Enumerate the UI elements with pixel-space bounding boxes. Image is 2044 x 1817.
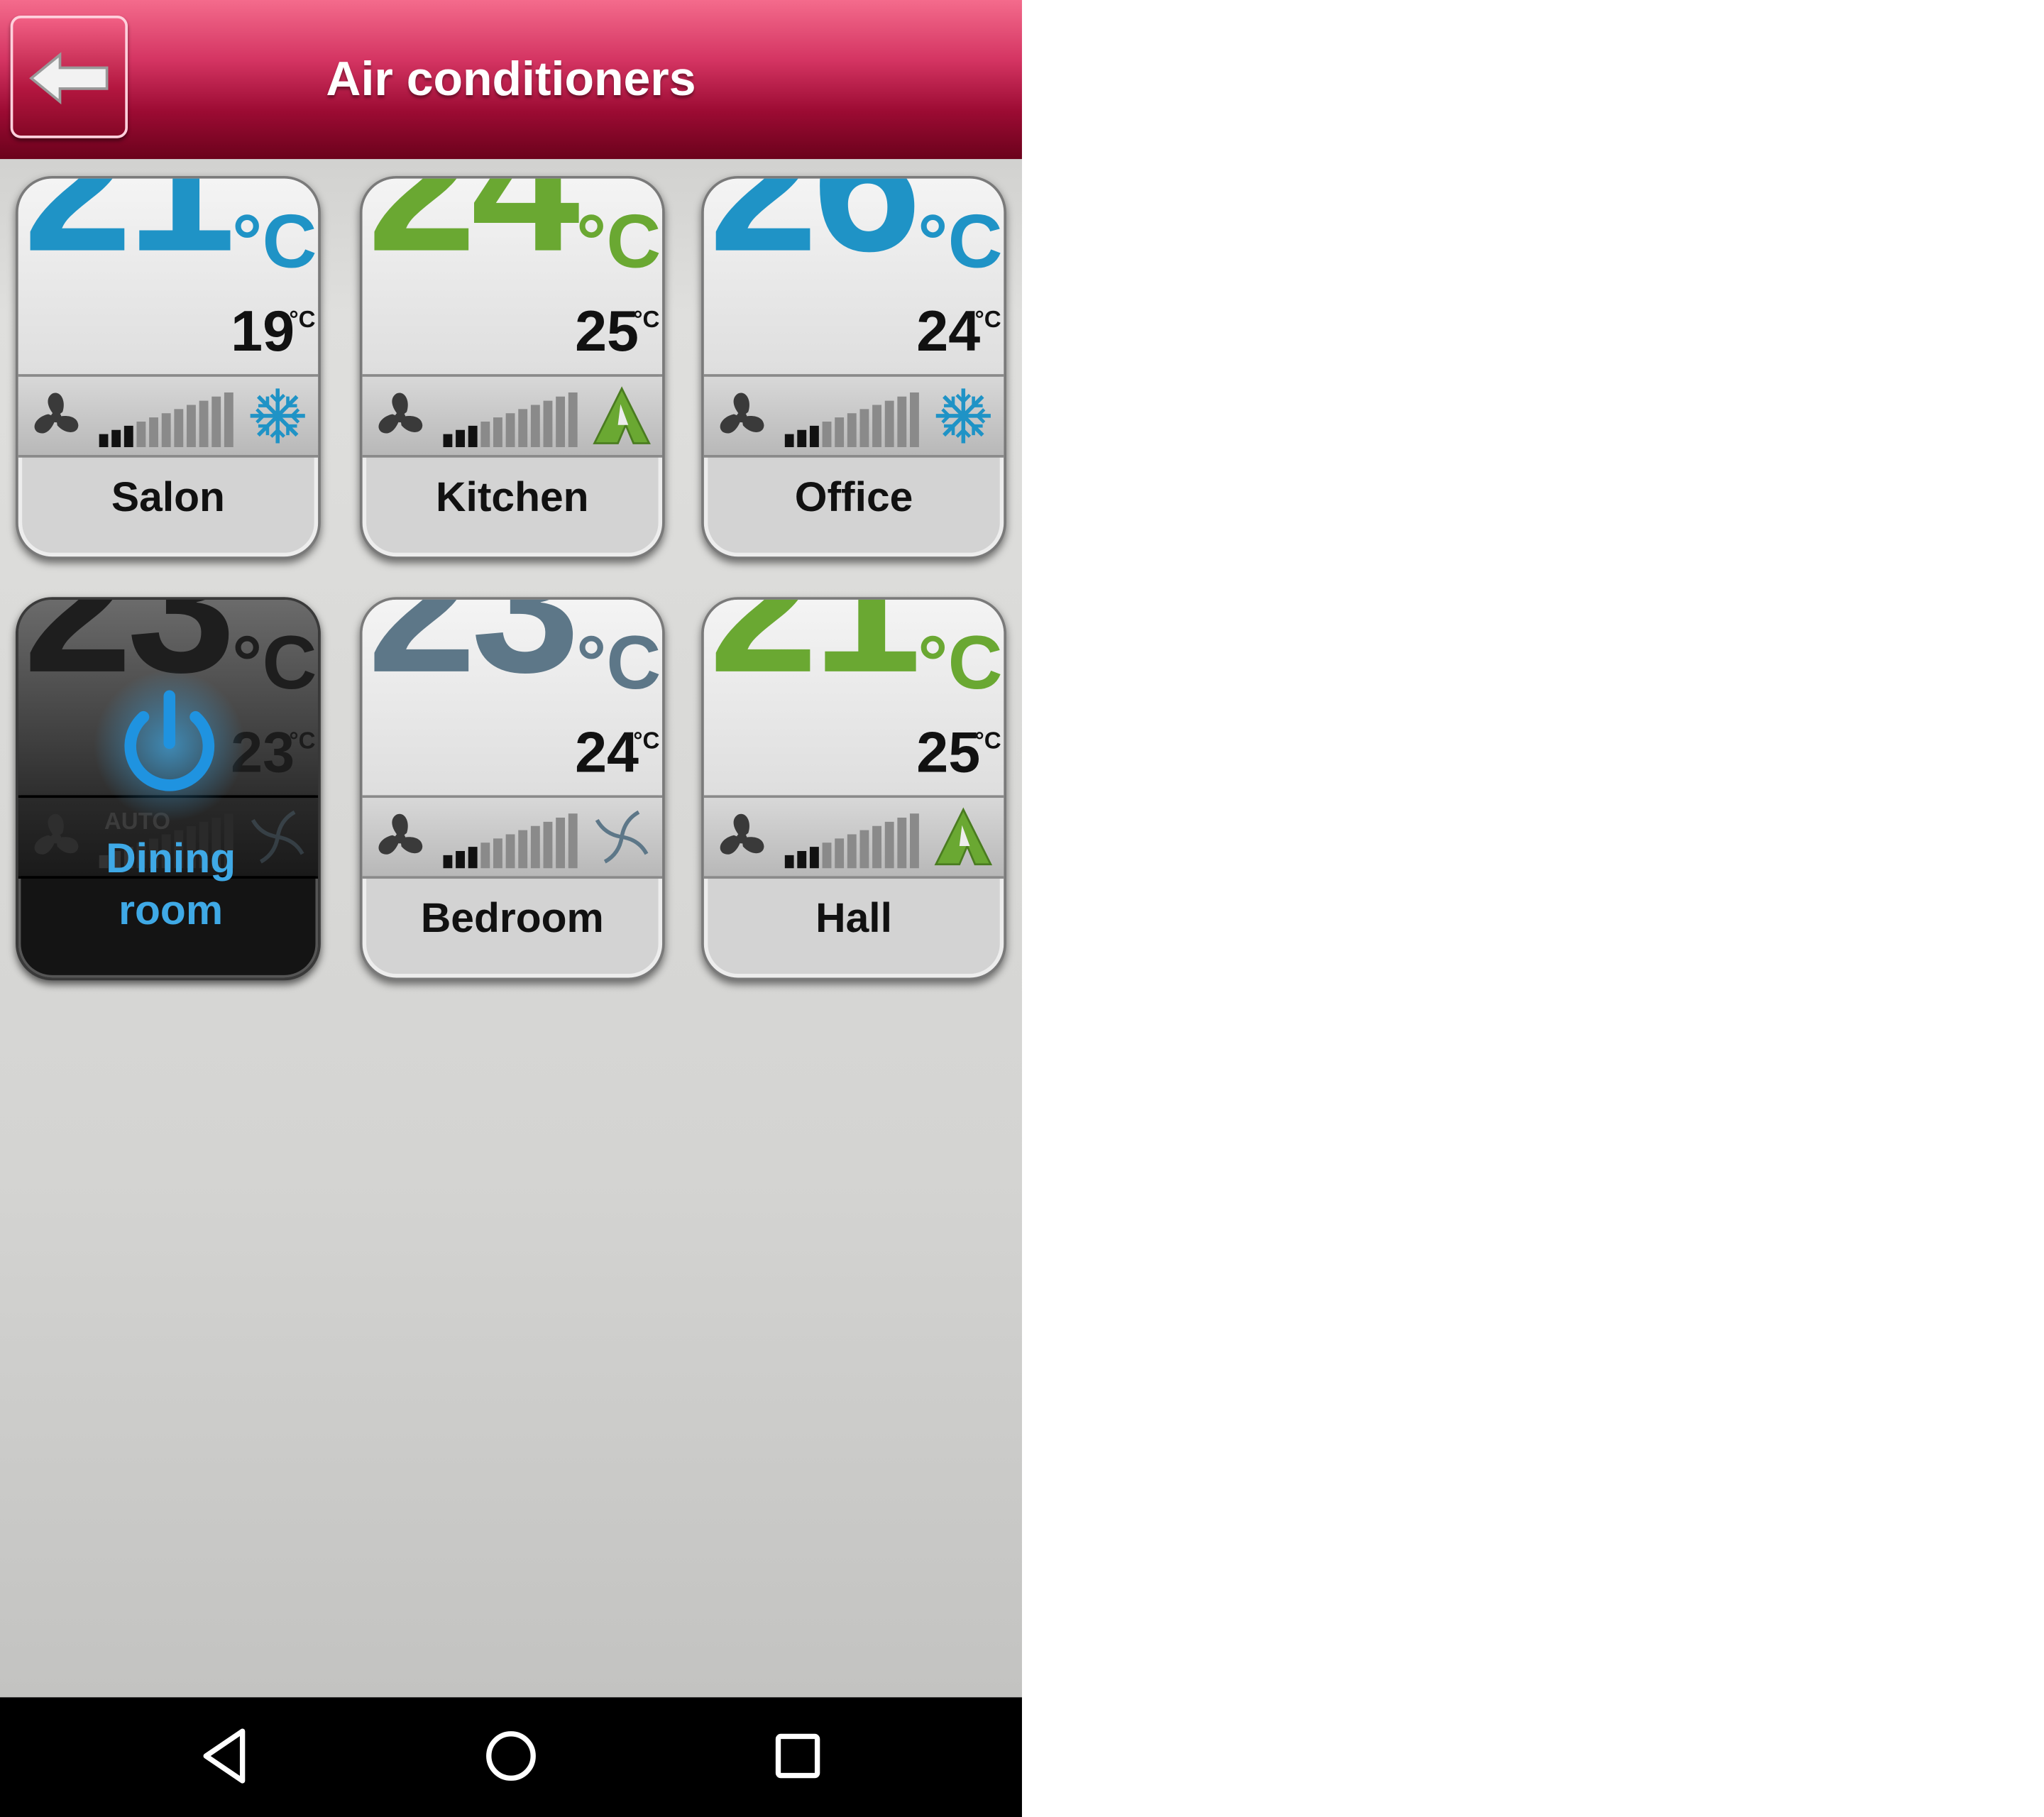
tile-status-bar bbox=[18, 374, 319, 458]
system-nav-bar bbox=[0, 1697, 1022, 1817]
nav-home-icon[interactable] bbox=[483, 1726, 540, 1786]
app-header: Air conditioners bbox=[0, 0, 1022, 160]
room-name: Hall bbox=[815, 894, 892, 942]
current-temperature: 24 bbox=[367, 175, 580, 292]
ac-tile[interactable]: 23 °C 23 °C AUTO Dining room bbox=[16, 597, 321, 981]
room-name: Kitchen bbox=[436, 473, 589, 520]
current-temperature: 21 bbox=[23, 175, 236, 292]
app-screen: Air conditioners 21 °C 19 °C Salon 24 °C 25 °C Ki… bbox=[0, 0, 1022, 1817]
room-name: Dining room bbox=[106, 834, 236, 934]
ac-tile[interactable]: 26 °C 24 °C Office bbox=[701, 175, 1006, 559]
nav-back-icon[interactable] bbox=[198, 1726, 250, 1786]
setpoint-temperature: 24 bbox=[916, 300, 981, 364]
setpoint-unit: °C bbox=[974, 306, 1001, 333]
current-temperature: 26 bbox=[709, 175, 921, 292]
room-name: Bedroom bbox=[420, 894, 604, 942]
tile-temperature-area: 21 °C 19 °C bbox=[18, 175, 319, 375]
setpoint-unit: °C bbox=[289, 306, 316, 333]
cool-icon bbox=[250, 388, 305, 444]
fan-icon bbox=[720, 393, 764, 434]
ac-tile[interactable]: 23 °C 24 °C Bedroom bbox=[359, 597, 665, 981]
ac-tile[interactable]: 24 °C 25 °C Kitchen bbox=[359, 175, 665, 559]
tile-temperature-area: 23 °C 24 °C bbox=[362, 597, 663, 796]
setpoint-temperature: 24 bbox=[575, 720, 639, 785]
fan-speed-bars-icon bbox=[784, 813, 919, 869]
setpoint-temperature: 25 bbox=[916, 720, 981, 785]
fan-icon bbox=[720, 813, 764, 855]
power-icon[interactable] bbox=[92, 667, 248, 823]
current-temperature: 21 bbox=[709, 597, 921, 713]
ac-tile[interactable]: 21 °C 25 °C Hall bbox=[701, 597, 1006, 981]
ac-tile[interactable]: 21 °C 19 °C Salon bbox=[16, 175, 321, 559]
setpoint-unit: °C bbox=[974, 727, 1001, 754]
fan-icon bbox=[378, 813, 423, 855]
setpoint-temperature: 19 bbox=[231, 300, 295, 364]
temperature-unit: °C bbox=[918, 199, 1003, 285]
tile-status-bar bbox=[362, 795, 663, 879]
tile-temperature-area: 24 °C 25 °C bbox=[362, 175, 663, 375]
auto-icon bbox=[934, 807, 993, 866]
temperature-unit: °C bbox=[231, 199, 317, 285]
auto-icon bbox=[593, 386, 651, 444]
setpoint-unit: °C bbox=[633, 727, 660, 754]
temperature-unit: °C bbox=[576, 620, 661, 706]
setpoint-temperature: 25 bbox=[575, 300, 639, 364]
room-name: Office bbox=[794, 473, 913, 520]
page-title: Air conditioners bbox=[326, 52, 696, 106]
tile-status-bar bbox=[362, 374, 663, 458]
tile-temperature-area: 26 °C 24 °C bbox=[703, 175, 1004, 375]
fan-icon bbox=[378, 393, 423, 434]
temperature-unit: °C bbox=[918, 620, 1003, 706]
room-name: Salon bbox=[111, 473, 225, 520]
fan-icon bbox=[34, 393, 79, 434]
cool-icon bbox=[935, 388, 991, 444]
setpoint-unit: °C bbox=[289, 727, 316, 754]
temperature-unit: °C bbox=[576, 199, 661, 285]
fan-mode-icon bbox=[595, 810, 649, 864]
tile-status-bar bbox=[703, 795, 1004, 879]
tile-temperature-area: 21 °C 25 °C bbox=[703, 597, 1004, 796]
tile-status-bar bbox=[703, 374, 1004, 458]
current-temperature: 23 bbox=[367, 597, 580, 713]
fan-speed-bars-icon bbox=[443, 392, 578, 447]
fan-speed-bars-icon bbox=[443, 813, 578, 869]
setpoint-unit: °C bbox=[633, 306, 660, 333]
nav-recents-icon[interactable] bbox=[771, 1726, 823, 1786]
fan-speed-bars-icon bbox=[784, 392, 919, 447]
fan-speed-bars-icon bbox=[99, 392, 233, 447]
